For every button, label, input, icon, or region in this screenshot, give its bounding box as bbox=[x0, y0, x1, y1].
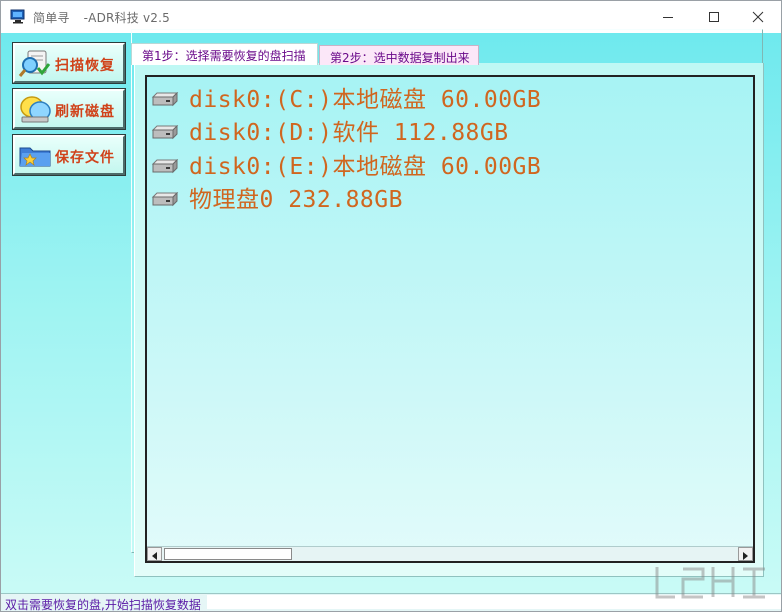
arrow-left-icon bbox=[151, 545, 158, 564]
scroll-right-button[interactable] bbox=[738, 547, 753, 561]
hard-disk-icon bbox=[151, 158, 179, 175]
hard-disk-icon bbox=[151, 91, 179, 108]
disk-label: disk0:(D:)软件 112.88GB bbox=[189, 120, 509, 146]
save-file-label: 保存文件 bbox=[55, 150, 115, 166]
minimize-icon bbox=[662, 11, 674, 23]
disk-listbox[interactable]: disk0:(C:)本地磁盘 60.00GB disk0:(D:)软件 112.… bbox=[145, 75, 755, 563]
magnifier-icon bbox=[18, 48, 52, 78]
scan-recover-button[interactable]: 扫描恢复 bbox=[12, 42, 126, 84]
horizontal-scrollbar[interactable] bbox=[147, 546, 753, 561]
hard-disk-icon bbox=[151, 124, 179, 141]
app-window: 简单寻 -ADR科技 v2.5 扫描恢复 刷新磁盘 保存文件 第1步：选择需要恢… bbox=[0, 0, 782, 612]
disk-list-item-c[interactable]: disk0:(C:)本地磁盘 60.00GB bbox=[151, 82, 542, 113]
disk-list-item-physical0[interactable]: 物理盘0 232.88GB bbox=[151, 182, 403, 213]
window-title: 简单寻 -ADR科技 v2.5 bbox=[33, 9, 170, 26]
maximize-icon bbox=[708, 11, 720, 23]
disk-list-item-e[interactable]: disk0:(E:)本地磁盘 60.00GB bbox=[151, 149, 542, 180]
scroll-left-button[interactable] bbox=[147, 547, 162, 561]
refresh-disk-button[interactable]: 刷新磁盘 bbox=[12, 88, 126, 130]
close-icon bbox=[752, 11, 764, 23]
status-text: 双击需要恢复的盘,开始扫描恢复数据 bbox=[5, 598, 201, 612]
hard-disk-icon bbox=[151, 191, 179, 208]
refresh-disk-icon bbox=[18, 94, 52, 124]
save-file-icon bbox=[18, 140, 52, 170]
watermark-logo bbox=[643, 561, 773, 609]
refresh-disk-label: 刷新磁盘 bbox=[55, 104, 115, 120]
tab-step1-select-disk[interactable]: 第1步：选择需要恢复的盘扫描 bbox=[131, 43, 318, 65]
scan-recover-label: 扫描恢复 bbox=[55, 58, 115, 74]
disk-label: 物理盘0 232.88GB bbox=[189, 187, 403, 213]
disk-list-item-d[interactable]: disk0:(D:)软件 112.88GB bbox=[151, 115, 509, 146]
window-title-company: -ADR科技 v2.5 bbox=[79, 11, 170, 25]
window-title-app: 简单寻 bbox=[33, 11, 70, 25]
disk-label: disk0:(E:)本地磁盘 60.00GB bbox=[189, 154, 542, 180]
scroll-thumb[interactable] bbox=[164, 548, 292, 560]
save-file-button[interactable]: 保存文件 bbox=[12, 134, 126, 176]
tab-step2-copy-data[interactable]: 第2步：选中数据复制出来 bbox=[319, 45, 479, 65]
disk-label: disk0:(C:)本地磁盘 60.00GB bbox=[189, 87, 542, 113]
app-monitor-icon bbox=[10, 9, 26, 24]
